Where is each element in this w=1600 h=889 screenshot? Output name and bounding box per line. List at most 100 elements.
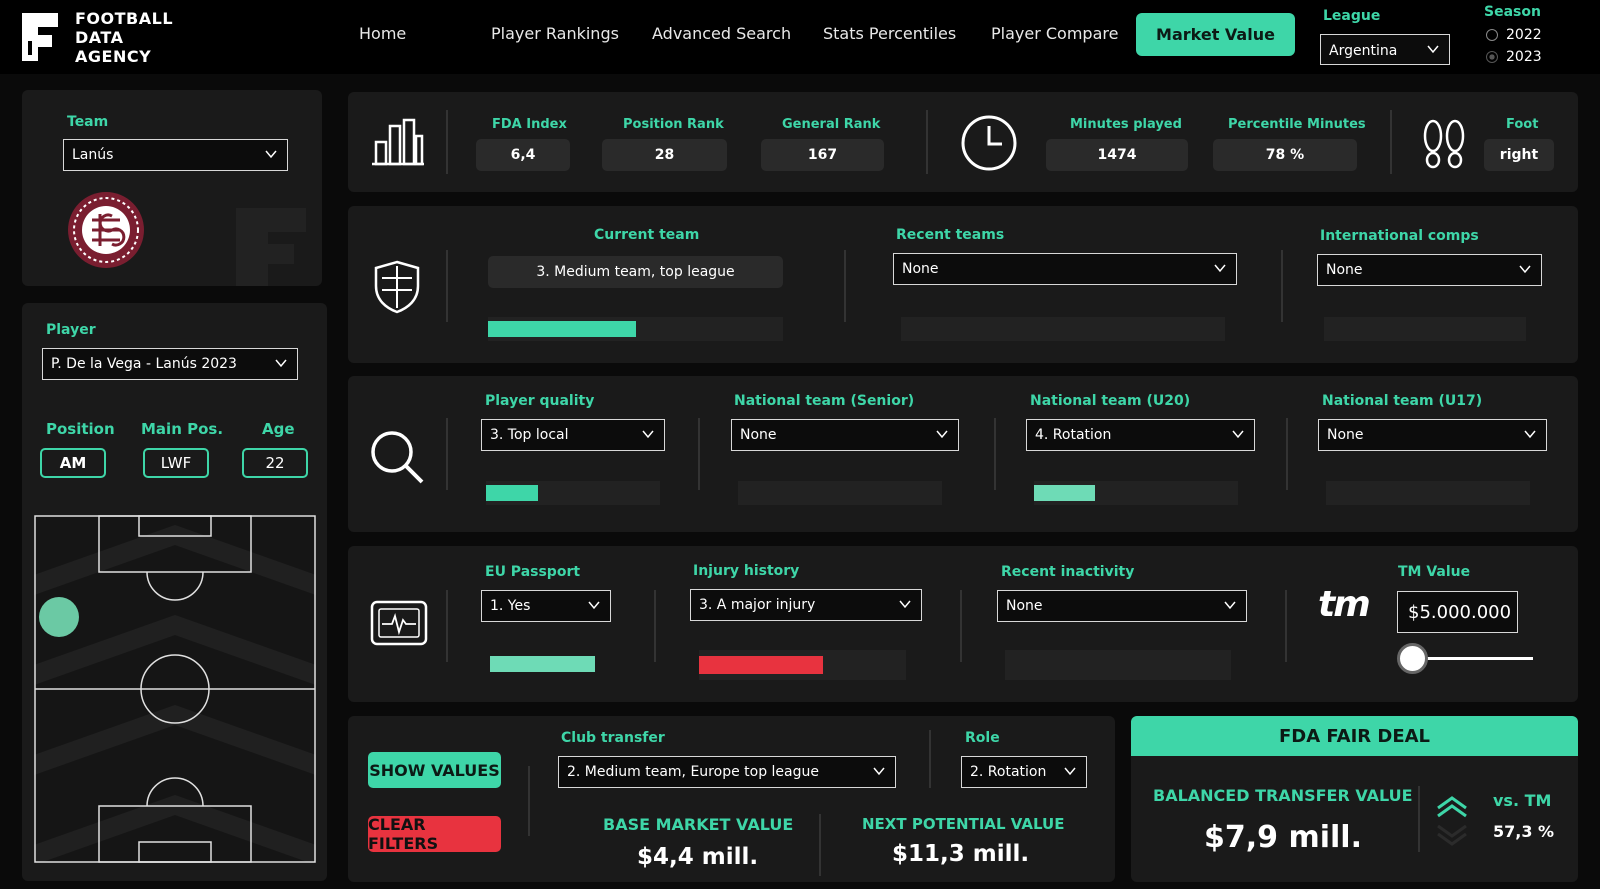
shield-icon: [374, 260, 420, 314]
next-potential-value-label: NEXT POTENTIAL VALUE: [862, 815, 1065, 833]
minutes-label: Minutes played: [1070, 117, 1182, 132]
chevron-down-icon: [1064, 767, 1076, 776]
national-u17-label: National team (U17): [1322, 393, 1483, 409]
main-pos-label: Main Pos.: [141, 420, 224, 438]
radio-icon: [1486, 29, 1498, 41]
stats-panel: FDA Index 6,4 Position Rank 28 General R…: [348, 92, 1578, 192]
base-market-value: $4,4 mill.: [637, 844, 759, 870]
team-crest-icon: [68, 192, 144, 268]
balanced-transfer-value: $7,9 mill.: [1204, 820, 1362, 855]
tm-value-label: TM Value: [1398, 564, 1471, 580]
national-u20-select[interactable]: 4. Rotation: [1026, 419, 1255, 451]
nav-stats-percentiles[interactable]: Stats Percentiles: [823, 24, 956, 43]
fda-logo-icon[interactable]: [18, 11, 62, 63]
position-rank-value: 28: [602, 139, 727, 171]
pitch-diagram: [34, 515, 316, 863]
chevron-down-icon: [873, 767, 885, 776]
role-select[interactable]: 2. Rotation: [961, 756, 1087, 788]
player-select[interactable]: P. De la Vega - Lanús 2023: [42, 348, 298, 380]
monitor-pulse-icon: [370, 600, 428, 646]
league-select[interactable]: Argentina: [1320, 34, 1450, 65]
national-u17-select[interactable]: None: [1318, 419, 1547, 451]
player-panel: Player P. De la Vega - Lanús 2023 Positi…: [22, 303, 327, 881]
clock-icon: [961, 115, 1017, 171]
show-values-button[interactable]: SHOW VALUES: [368, 752, 501, 788]
chevron-down-icon: [1232, 430, 1244, 439]
age-label: Age: [262, 420, 295, 438]
nav-advanced-search[interactable]: Advanced Search: [652, 24, 791, 43]
injury-history-select[interactable]: 3. A major injury: [690, 589, 922, 621]
eu-passport-label: EU Passport: [485, 564, 581, 580]
chevron-down-icon: [936, 430, 948, 439]
eu-passport-select[interactable]: 1. Yes: [481, 590, 611, 622]
recent-teams-select[interactable]: None: [893, 253, 1237, 285]
league-label: League: [1323, 8, 1381, 24]
next-potential-value: $11,3 mill.: [892, 841, 1030, 867]
quality-panel: Player quality 3. Top local National tea…: [348, 376, 1578, 532]
position-rank-label: Position Rank: [623, 117, 724, 132]
chevron-down-icon: [1519, 265, 1531, 274]
injury-history-label: Injury history: [693, 563, 800, 579]
other-panel: EU Passport 1. Yes Injury history 3. A m…: [348, 546, 1578, 702]
injury-history-bar-fill: [699, 656, 824, 674]
chevron-down-icon: [588, 601, 600, 610]
recent-inactivity-select[interactable]: None: [997, 590, 1247, 622]
vs-tm-value: 57,3 %: [1493, 822, 1555, 841]
national-u20-bar-fill: [1034, 485, 1096, 501]
watermark-logo-icon: [236, 208, 306, 286]
age-value: 22: [242, 448, 308, 478]
chevron-down-icon: [642, 430, 654, 439]
current-team-bar-fill: [488, 321, 636, 337]
foot-value: right: [1484, 139, 1554, 171]
role-label: Role: [965, 730, 1000, 746]
international-comps-bar: [1324, 317, 1526, 341]
fair-deal-panel: FDA FAIR DEAL BALANCED TRANSFER VALUE $7…: [1131, 716, 1578, 882]
chevron-down-icon: [275, 359, 287, 368]
general-rank-label: General Rank: [782, 117, 881, 132]
position-value: AM: [40, 448, 106, 478]
tm-value-slider[interactable]: [1397, 643, 1533, 674]
national-senior-select[interactable]: None: [731, 419, 959, 451]
bar-chart-icon: [372, 118, 424, 166]
international-comps-label: International comps: [1320, 228, 1479, 244]
national-u20-label: National team (U20): [1030, 393, 1191, 409]
main-pos-value: LWF: [143, 448, 209, 478]
fda-index-label: FDA Index: [492, 117, 567, 132]
club-transfer-select[interactable]: 2. Medium team, Europe top league: [558, 756, 896, 788]
nav-player-rankings[interactable]: Player Rankings: [491, 24, 619, 43]
nav-market-value[interactable]: Market Value: [1136, 13, 1295, 56]
position-label: Position: [46, 420, 115, 438]
season-option-2022[interactable]: 2022: [1486, 27, 1542, 43]
international-comps-select[interactable]: None: [1317, 254, 1542, 286]
player-label: Player: [46, 322, 96, 338]
magnifier-icon: [371, 431, 424, 484]
team-panel: Team Lanús: [22, 90, 322, 286]
player-quality-bar: [486, 481, 660, 505]
national-senior-label: National team (Senior): [734, 393, 915, 409]
team-select[interactable]: Lanús: [63, 139, 288, 171]
player-quality-select[interactable]: 3. Top local: [481, 419, 665, 451]
season-option-2023[interactable]: 2023: [1486, 49, 1542, 65]
clear-filters-button[interactable]: CLEAR FILTERS: [368, 815, 501, 853]
fda-index-value: 6,4: [476, 139, 570, 171]
percentile-minutes-label: Percentile Minutes: [1228, 117, 1366, 132]
current-team-label: Current team: [594, 227, 700, 243]
chevron-down-icon: [265, 150, 277, 159]
tm-value-input[interactable]: $5.000.000: [1397, 591, 1518, 633]
recent-inactivity-label: Recent inactivity: [1001, 564, 1135, 580]
chevron-down-icon: [1427, 45, 1439, 54]
eu-passport-bar-fill: [490, 656, 595, 672]
nav-player-compare[interactable]: Player Compare: [991, 24, 1118, 43]
injury-history-bar: [699, 650, 906, 680]
recent-teams-bar: [901, 317, 1225, 341]
player-quality-label: Player quality: [485, 393, 595, 409]
slider-thumb[interactable]: [1397, 643, 1428, 674]
teams-panel: Current team 3. Medium team, top league …: [348, 206, 1578, 363]
team-label: Team: [67, 114, 109, 130]
current-team-bar: [488, 317, 783, 341]
top-nav: FOOTBALL DATA AGENCY Home Player Ranking…: [0, 0, 1600, 74]
radio-selected-icon: [1486, 51, 1498, 63]
nav-home[interactable]: Home: [359, 24, 406, 43]
eu-passport-bar: [490, 652, 595, 676]
chevron-up-down-icon: [1437, 796, 1467, 846]
